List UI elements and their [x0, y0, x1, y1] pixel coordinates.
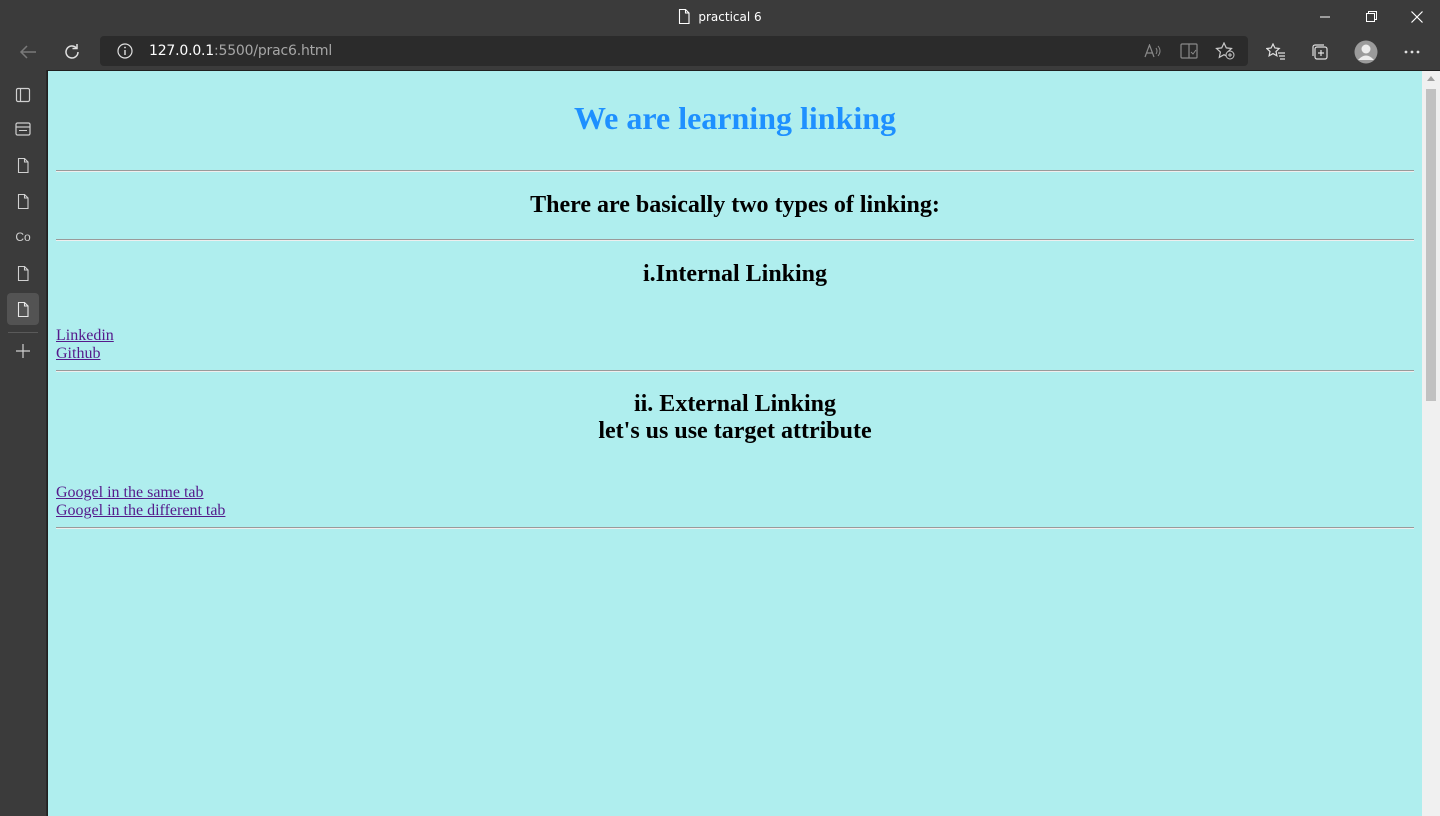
more-icon: [1404, 50, 1420, 53]
settings-menu-button[interactable]: [1394, 33, 1430, 70]
divider: [56, 370, 1414, 372]
tab-actions-icon: [15, 87, 31, 103]
divider: [56, 239, 1414, 241]
star-add-icon: [1215, 42, 1235, 60]
minimize-button[interactable]: [1302, 0, 1348, 33]
external-heading-line-1: ii. External Linking: [633, 391, 837, 417]
external-heading-line-2: let's us use target attribute: [598, 418, 872, 444]
browser-toolbar: 127.0.0.1:5500/prac6.html: [0, 33, 1440, 70]
immersive-reader-icon: [1180, 43, 1198, 59]
profile-button[interactable]: [1348, 33, 1384, 70]
page-icon: [679, 9, 690, 24]
page-icon: [17, 157, 29, 173]
add-favorite-button[interactable]: [1209, 36, 1241, 66]
vertical-scrollbar[interactable]: [1422, 71, 1440, 816]
url-path: :5500/prac6.html: [214, 43, 333, 59]
close-icon: [1411, 10, 1423, 23]
scrollbar-thumb[interactable]: [1426, 89, 1436, 401]
divider: [56, 170, 1414, 172]
favorites-icon: [1266, 42, 1285, 60]
page-viewport: We are learning linking There are basica…: [48, 71, 1422, 816]
new-tab-button[interactable]: [7, 335, 39, 367]
internal-linking-heading: i.Internal Linking: [642, 261, 828, 287]
avatar-icon: [1354, 40, 1378, 63]
refresh-button[interactable]: [54, 33, 90, 70]
page-title: We are learning linking: [573, 100, 897, 136]
read-aloud-icon: [1144, 44, 1161, 58]
refresh-icon: [65, 43, 79, 59]
title-bar: practical 6: [0, 0, 1440, 33]
window-icon: [15, 122, 31, 136]
github-link[interactable]: Github: [56, 345, 100, 363]
vertical-tabs-sidebar: Co: [0, 70, 47, 816]
google-same-tab-link[interactable]: Googel in the same tab: [56, 484, 204, 502]
immersive-reader-button[interactable]: [1173, 36, 1205, 66]
sidebar-tab[interactable]: [7, 185, 39, 217]
google-different-tab-link[interactable]: Googel in the different tab: [56, 502, 225, 520]
collections-icon: [1312, 43, 1328, 60]
page-icon: [17, 301, 29, 317]
url-text[interactable]: 127.0.0.1:5500/prac6.html: [149, 36, 332, 66]
sidebar-tab-active[interactable]: [7, 293, 39, 325]
back-arrow-icon: [19, 44, 36, 59]
intro-heading: There are basically two types of linking…: [530, 192, 940, 218]
favorites-button[interactable]: [1258, 33, 1294, 70]
page-icon: [17, 265, 29, 281]
site-info-button[interactable]: [109, 36, 141, 66]
plus-icon: [16, 344, 30, 358]
address-bar[interactable]: 127.0.0.1:5500/prac6.html: [100, 36, 1248, 66]
minimize-icon: [1320, 16, 1330, 17]
sidebar-tab[interactable]: [7, 257, 39, 289]
collections-button[interactable]: [1302, 33, 1338, 70]
window-title: practical 6: [698, 9, 762, 24]
linkedin-link[interactable]: Linkedin: [56, 327, 114, 345]
url-host: 127.0.0.1: [149, 43, 214, 59]
restore-button[interactable]: [1348, 0, 1394, 33]
close-button[interactable]: [1394, 0, 1440, 33]
external-linking-heading: ii. External Linking let's us use target…: [56, 391, 1414, 445]
read-aloud-button[interactable]: [1137, 36, 1169, 66]
divider: [56, 527, 1414, 529]
sidebar-tab[interactable]: [7, 113, 39, 145]
sidebar-tab[interactable]: [7, 149, 39, 181]
info-icon: [117, 43, 133, 59]
restore-icon: [1365, 11, 1377, 22]
sidebar-tab-label: Co: [15, 230, 31, 244]
page-icon: [17, 193, 29, 209]
scroll-up-arrow-icon[interactable]: [1427, 76, 1435, 81]
sidebar-tab[interactable]: Co: [7, 221, 39, 253]
tab-actions-button[interactable]: [7, 79, 39, 111]
sidebar-divider: [8, 332, 38, 333]
back-button[interactable]: [10, 33, 46, 70]
